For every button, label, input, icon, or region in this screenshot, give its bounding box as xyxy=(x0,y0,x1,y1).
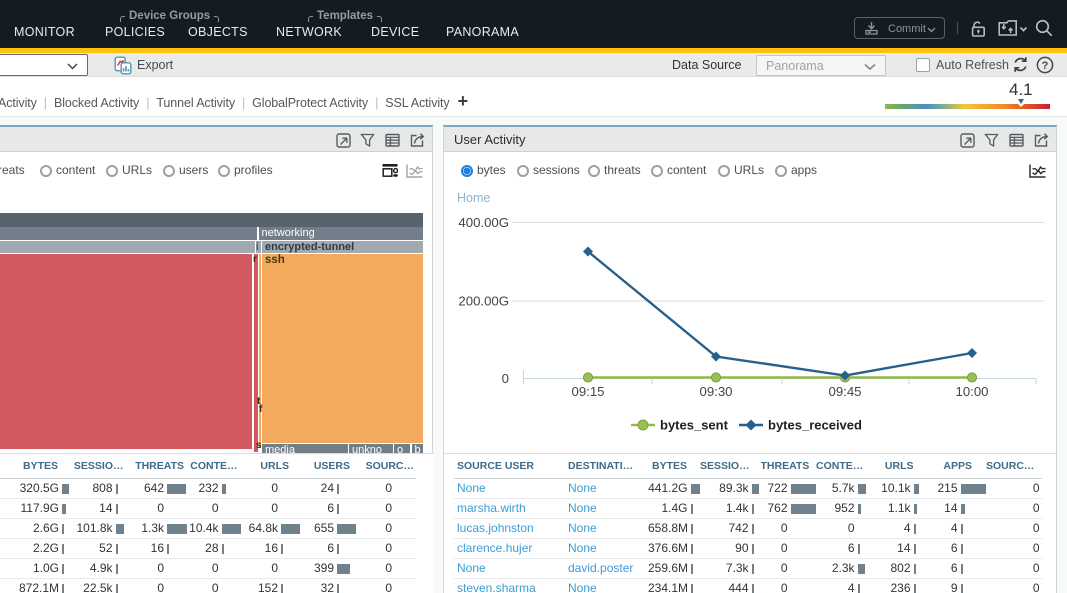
svg-text:bytes_sent: bytes_sent xyxy=(660,418,729,433)
svg-text:09:45: 09:45 xyxy=(828,384,861,399)
svg-text:?: ? xyxy=(1042,60,1049,72)
svg-text:09:30: 09:30 xyxy=(699,384,732,399)
svg-text:bytes_received: bytes_received xyxy=(768,418,862,433)
svg-text:09:15: 09:15 xyxy=(571,384,604,399)
svg-text:0: 0 xyxy=(502,371,509,386)
svg-text:200.00G: 200.00G xyxy=(458,294,509,309)
svg-text:10:00: 10:00 xyxy=(955,384,988,399)
svg-text:400.00G: 400.00G xyxy=(458,215,509,230)
